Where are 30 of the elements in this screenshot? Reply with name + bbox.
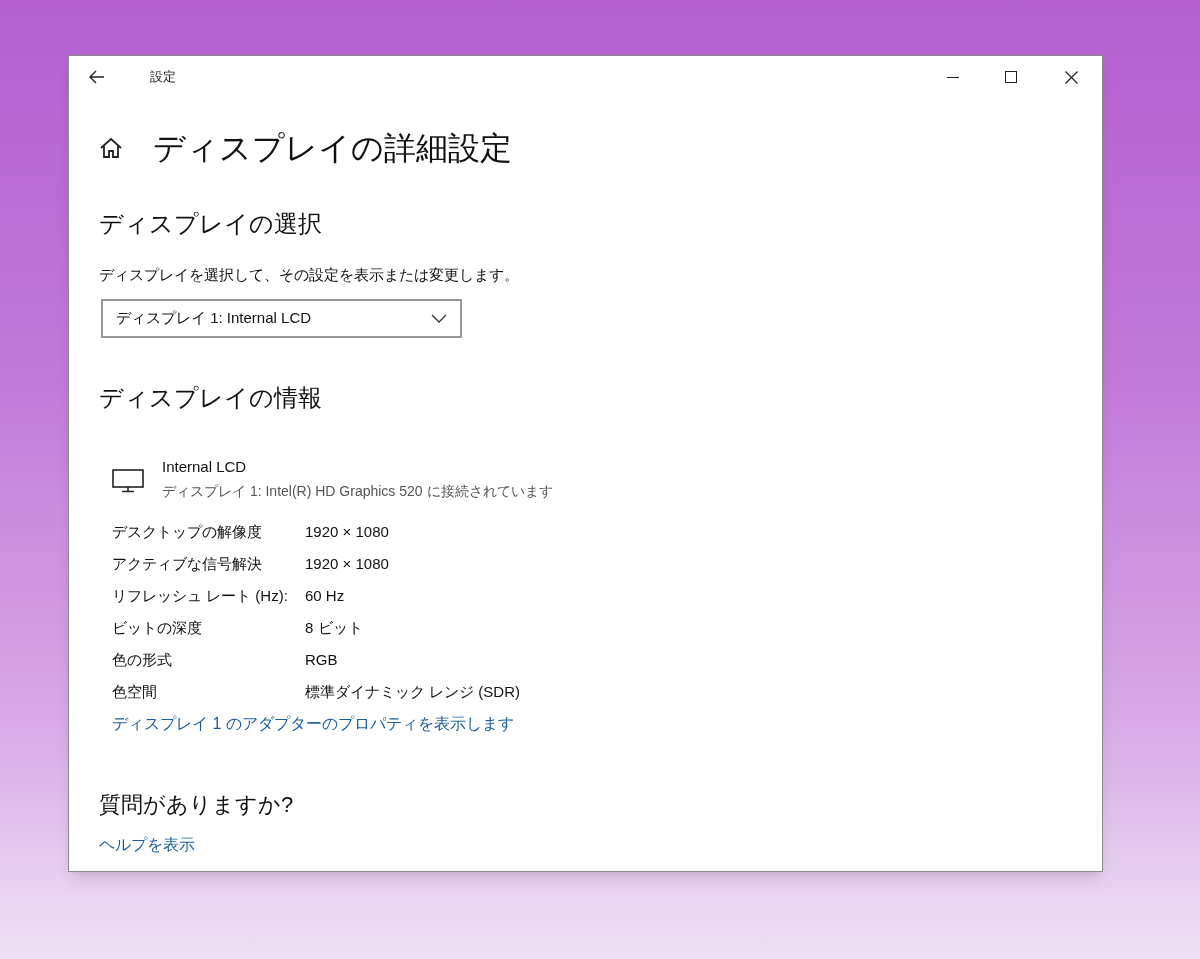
- section-heading: ディスプレイの情報: [99, 382, 323, 413]
- display-name: Internal LCD: [162, 456, 248, 477]
- chevron-down-icon: [431, 313, 447, 323]
- property-label: 色の形式: [112, 649, 173, 670]
- connection-text: ディスプレイ 1: Intel(R) HD Graphics 520 に接続されています: [162, 482, 553, 501]
- description-text: ディスプレイを選択して、その設定を表示または変更します。: [99, 265, 520, 285]
- home-icon[interactable]: [99, 137, 123, 159]
- help-link[interactable]: ヘルプを表示: [99, 833, 195, 857]
- property-value: 標準ダイナミック レンジ (SDR): [305, 681, 520, 702]
- maximize-icon: [1005, 71, 1017, 83]
- close-icon: [1064, 70, 1078, 84]
- property-value: 8 ビット: [305, 617, 363, 638]
- adapter-properties-link[interactable]: ディスプレイ 1 のアダプターのプロパティを表示します: [112, 712, 1102, 736]
- section-heading: ディスプレイの選択: [99, 209, 323, 239]
- window-title: 設定: [150, 68, 176, 87]
- minimize-icon: [947, 76, 959, 78]
- property-label: リフレッシュ レート (Hz):: [112, 585, 289, 606]
- property-value: 60 Hz: [305, 585, 345, 606]
- page-title: ディスプレイの詳細設定: [153, 129, 512, 168]
- property-label: 色空間: [112, 681, 158, 702]
- back-icon: [89, 70, 105, 84]
- property-label: デスクトップの解像度: [112, 521, 263, 542]
- property-value: 1920 × 1080: [305, 553, 389, 574]
- section-heading: 質問がありますか?: [99, 791, 295, 819]
- property-value: RGB: [305, 649, 338, 670]
- property-label: アクティブな信号解決: [112, 553, 263, 574]
- display-dropdown[interactable]: ディスプレイ 1: Internal LCD: [101, 298, 462, 338]
- property-value: 1920 × 1080: [305, 521, 389, 542]
- property-label: ビットの深度: [112, 617, 203, 638]
- monitor-icon: [112, 468, 144, 493]
